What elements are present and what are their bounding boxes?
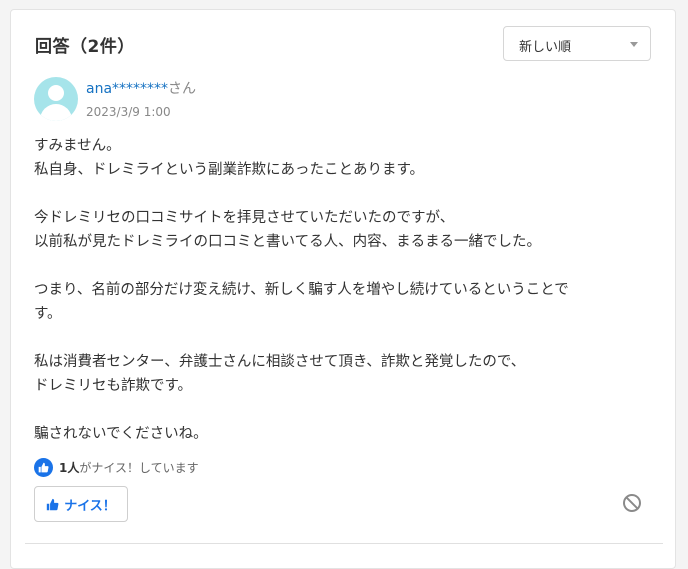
chevron-down-icon bbox=[630, 42, 638, 47]
answer-body: すみません。 私自身、ドレミライという副業詐欺にあったことあります。 今ドレミリ… bbox=[34, 134, 644, 446]
nice-button[interactable]: ナイス！ bbox=[34, 486, 128, 522]
avatar[interactable] bbox=[34, 77, 78, 121]
answer-paragraph: つまり、名前の部分だけ変え続け、新しく騙す人を増やし続けているということで す。 bbox=[34, 282, 569, 322]
answer-date: 2023/3/9 1:00 bbox=[86, 105, 171, 119]
nice-button-label: ナイス！ bbox=[64, 498, 116, 514]
answers-panel: 回答（2件） 新しい順 ana********さん 2023/3/9 1:00 … bbox=[10, 9, 676, 569]
answer-paragraph: 私は消費者センター、弁護士さんに相談させて頂き、詐欺と発覚したので、 ドレミリセ… bbox=[34, 354, 526, 394]
like-summary: 1人 がナイス！しています bbox=[34, 457, 199, 477]
answer-paragraph: 騙されないでくださいね。 bbox=[34, 426, 208, 442]
answers-heading: 回答（2件） bbox=[35, 37, 135, 57]
author-honorific: さん bbox=[168, 81, 197, 97]
prohibited-icon[interactable] bbox=[622, 493, 642, 513]
sort-select[interactable]: 新しい順 bbox=[503, 26, 651, 61]
answer-author: ana********さん bbox=[86, 78, 196, 98]
divider bbox=[25, 543, 663, 544]
like-count: 1人 bbox=[59, 460, 80, 475]
thumbs-up-icon bbox=[34, 457, 53, 477]
author-name-link[interactable]: ana******** bbox=[86, 81, 168, 97]
like-text: がナイス！しています bbox=[79, 460, 199, 475]
sort-selected-value: 新しい順 bbox=[519, 40, 572, 55]
thumbs-up-icon bbox=[47, 498, 59, 510]
answer-paragraph: 今ドレミリセの口コミサイトを拝見させていただいたのですが、 以前私が見たドレミラ… bbox=[34, 210, 542, 250]
answer-paragraph: すみません。 私自身、ドレミライという副業詐欺にあったことあります。 bbox=[34, 138, 425, 178]
